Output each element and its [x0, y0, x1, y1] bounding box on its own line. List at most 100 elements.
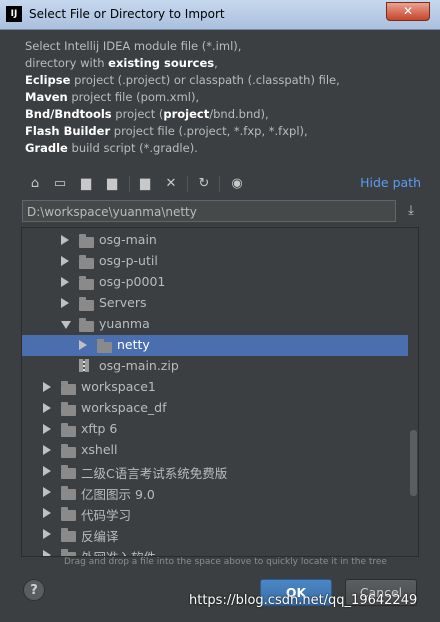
- description-text: Select Intellij IDEA module file (*.iml)…: [25, 39, 242, 53]
- folder-icon: [61, 465, 76, 479]
- tree-item-label: osg-p-util: [99, 253, 158, 268]
- intellij-app-icon: IJ: [6, 6, 22, 22]
- tree-item-label: 亿图图示 9.0: [81, 487, 155, 502]
- file-tree[interactable]: osg-main osg-p-util osg-p0001 Servers yuanma…: [21, 227, 419, 557]
- tree-item-label: netty: [117, 337, 150, 352]
- toolbar-separator: [129, 176, 130, 192]
- tree-row[interactable]: 亿图图示 9.0: [22, 482, 408, 503]
- tree-row[interactable]: xftp 6: [22, 419, 408, 440]
- tree-row[interactable]: workspace_df: [22, 398, 408, 419]
- delete-icon[interactable]: ✕: [162, 175, 180, 193]
- watermark: https://blog.csdn.net/qq_19642249: [189, 593, 418, 608]
- description-line: Maven project file (pom.xml),: [25, 89, 425, 106]
- tree-row[interactable]: osg-p0001: [22, 272, 408, 293]
- tree-item-label: xftp 6: [81, 421, 118, 436]
- tree-item-label: 二级C语言考试系统免费版: [81, 466, 228, 481]
- folder-icon: [61, 528, 76, 542]
- tree-row[interactable]: 外网准入软件: [22, 545, 408, 556]
- file-chooser-toolbar: ⌂ ▭ ▆ ▆ ▆ ✕ ↻ ◉ Hide path: [20, 172, 425, 196]
- description-line: Eclipse project (.project) or classpath …: [25, 72, 425, 89]
- description-text: Gradle: [25, 141, 68, 155]
- tree-item-label: Servers: [99, 295, 147, 310]
- toolbar-separator: [187, 176, 188, 192]
- collapsed-arrow-icon[interactable]: [43, 466, 51, 476]
- tree-row[interactable]: netty: [22, 335, 408, 356]
- tree-item-label: 代码学习: [81, 508, 132, 523]
- collapsed-arrow-icon[interactable]: [61, 235, 69, 245]
- tree-item-label: 反编译: [81, 529, 119, 544]
- tree-item-label: workspace_df: [81, 400, 167, 415]
- download-icon[interactable]: ⤓: [403, 203, 419, 219]
- help-button[interactable]: ?: [23, 579, 45, 601]
- tree-item-label: osg-p0001: [99, 274, 166, 289]
- dialog-description: Select Intellij IDEA module file (*.iml)…: [25, 38, 425, 157]
- tree-row[interactable]: osg-main: [22, 230, 408, 251]
- folder-icon: [79, 234, 94, 248]
- folder-icon: [97, 339, 112, 353]
- folder-icon: [79, 276, 94, 290]
- project-folder-icon[interactable]: ▆: [77, 175, 95, 193]
- close-button[interactable]: ✕: [386, 2, 430, 21]
- collapsed-arrow-icon[interactable]: [43, 508, 51, 518]
- tree-row[interactable]: 代码学习: [22, 503, 408, 524]
- collapsed-arrow-icon[interactable]: [43, 382, 51, 392]
- description-line: Gradle build script (*.gradle).: [25, 140, 425, 157]
- tree-row[interactable]: workspace1: [22, 377, 408, 398]
- collapsed-arrow-icon[interactable]: [61, 298, 69, 308]
- collapsed-arrow-icon[interactable]: [61, 256, 69, 266]
- tree-row[interactable]: Servers: [22, 293, 408, 314]
- desktop-icon[interactable]: ▭: [51, 175, 69, 193]
- folder-icon: [61, 444, 76, 458]
- collapsed-arrow-icon[interactable]: [43, 487, 51, 497]
- description-text: Bnd/Bndtools: [25, 107, 112, 121]
- path-row: D:\workspace\yuanma\netty ⤓: [22, 200, 422, 224]
- tree-row[interactable]: xshell: [22, 440, 408, 461]
- home-icon[interactable]: ⌂: [26, 175, 44, 193]
- tree-item-label: yuanma: [99, 316, 150, 331]
- tree-item-label: xshell: [81, 442, 118, 457]
- collapsed-arrow-icon[interactable]: [43, 403, 51, 413]
- collapsed-arrow-icon[interactable]: [43, 529, 51, 539]
- title-bar: IJ Select File or Directory to Import ✕: [0, 0, 440, 30]
- tree-scrollbar[interactable]: [410, 430, 417, 496]
- collapsed-arrow-icon[interactable]: [43, 424, 51, 434]
- folder-icon: [79, 255, 94, 269]
- folder-icon: [61, 507, 76, 521]
- new-folder-icon[interactable]: ▆: [136, 175, 154, 193]
- tree-row[interactable]: osg-main.zip: [22, 356, 408, 377]
- window-title: Select File or Directory to Import: [29, 7, 225, 21]
- show-hidden-icon[interactable]: ◉: [228, 175, 246, 193]
- description-text: ,: [214, 56, 218, 70]
- description-text: project file (.project, *.fxp, *.fxpl),: [110, 124, 308, 138]
- tree-row[interactable]: 反编译: [22, 524, 408, 545]
- tree-row[interactable]: osg-p-util: [22, 251, 408, 272]
- description-line: Select Intellij IDEA module file (*.iml)…: [25, 38, 425, 55]
- description-text: project file (pom.xml),: [67, 90, 200, 104]
- import-dialog: IJ Select File or Directory to Import ✕ …: [0, 0, 440, 622]
- description-text: project: [163, 107, 210, 121]
- collapsed-arrow-icon[interactable]: [79, 340, 87, 350]
- hide-path-link[interactable]: Hide path: [360, 175, 421, 190]
- tree-row[interactable]: 二级C语言考试系统免费版: [22, 461, 408, 482]
- refresh-icon[interactable]: ↻: [195, 175, 213, 193]
- collapsed-arrow-icon[interactable]: [43, 445, 51, 455]
- path-input[interactable]: D:\workspace\yuanma\netty: [22, 200, 396, 222]
- folder-icon: [79, 297, 94, 311]
- folder-icon: [79, 318, 94, 332]
- tree-item-label: 外网准入软件: [81, 547, 156, 556]
- collapsed-arrow-icon[interactable]: [43, 550, 51, 556]
- folder-icon: [61, 423, 76, 437]
- tree-item-label: osg-main: [99, 232, 157, 247]
- tree-row[interactable]: yuanma: [22, 314, 408, 335]
- module-folder-icon[interactable]: ▆: [103, 175, 121, 193]
- tree-item-label: workspace1: [81, 379, 156, 394]
- toolbar-separator: [219, 176, 220, 192]
- expanded-arrow-icon[interactable]: [61, 321, 71, 329]
- description-text: Flash Builder: [25, 124, 111, 138]
- description-text: build script (*.gradle).: [67, 141, 198, 155]
- description-text: project (.project) or classpath (.classp…: [70, 73, 340, 87]
- collapsed-arrow-icon[interactable]: [61, 277, 69, 287]
- description-text: Eclipse: [25, 73, 71, 87]
- description-text: Maven: [25, 90, 68, 104]
- description-line: Flash Builder project file (.project, *.…: [25, 123, 425, 140]
